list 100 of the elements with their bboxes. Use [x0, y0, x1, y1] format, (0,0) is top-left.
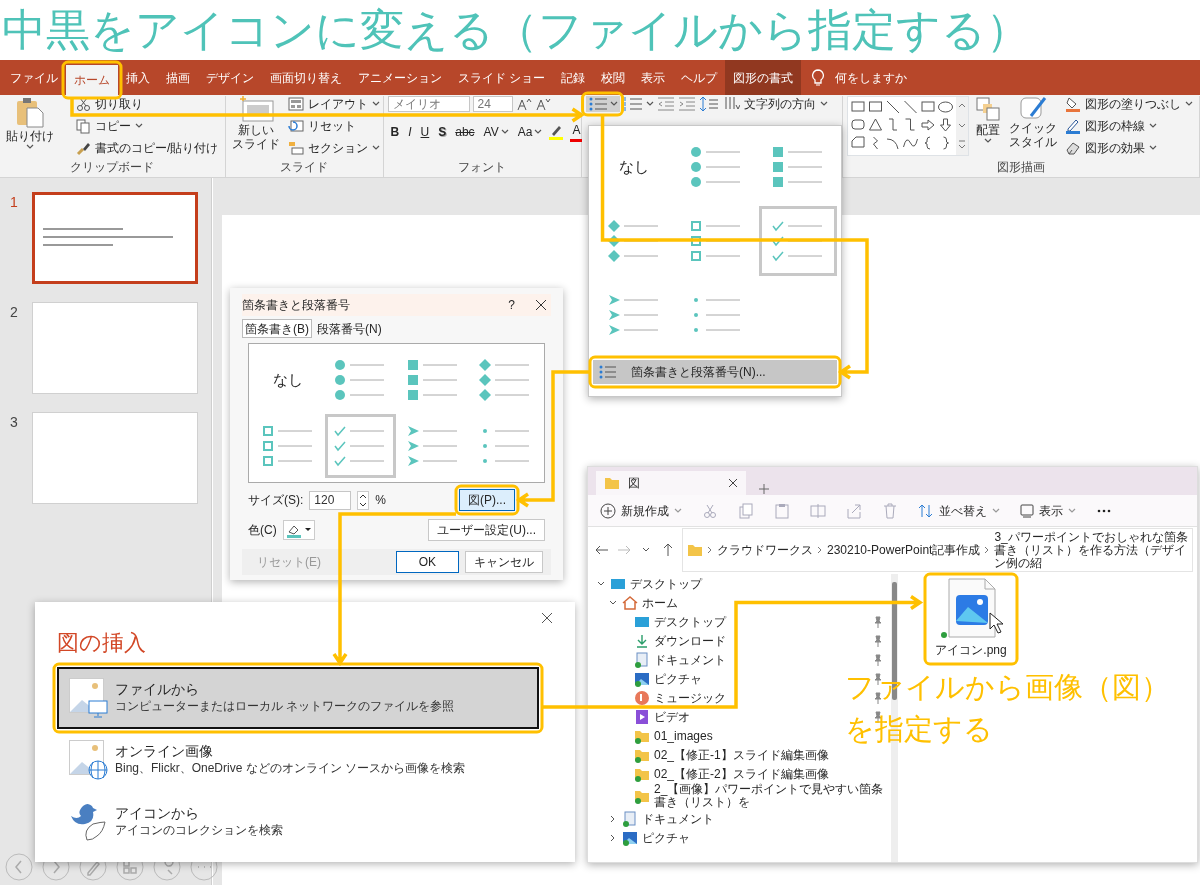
ribbon-tab[interactable]: 図形の書式 [725, 60, 802, 95]
bullet-style-option[interactable] [325, 414, 396, 478]
tree-item[interactable]: デスクトップ [654, 612, 726, 631]
arrange-button[interactable]: 配置 [973, 96, 1003, 145]
ribbon-tab[interactable]: 描画 [158, 60, 198, 95]
ribbon-button[interactable]: コピー [74, 118, 145, 134]
ok-button[interactable]: OK [395, 551, 459, 573]
font-style-button[interactable]: AV [480, 121, 512, 143]
font-style-button[interactable]: Aa [514, 121, 546, 143]
ribbon-tab[interactable]: 記録 [553, 60, 594, 95]
decrease-indent-icon[interactable] [656, 97, 675, 111]
sort-button[interactable]: 並べ替え [918, 501, 1000, 520]
highlight-pen-icon[interactable] [548, 124, 565, 140]
slide-thumbnail[interactable] [32, 192, 198, 284]
cut-icon[interactable] [702, 502, 718, 519]
close-icon[interactable] [728, 478, 738, 488]
new-tab-icon[interactable] [758, 483, 770, 495]
new-slide-button[interactable]: 新しい スライド [229, 96, 282, 152]
font-style-button[interactable]: S [435, 121, 450, 143]
ribbon-button[interactable]: 図形の効果 [1063, 140, 1159, 156]
font-size-field[interactable]: 24 [472, 96, 513, 112]
size-field[interactable]: 120 [309, 490, 352, 510]
file-item[interactable]: アイコン.png [928, 577, 1014, 661]
ribbon-button[interactable]: 図形の塗りつぶし [1063, 96, 1195, 112]
breadcrumb-item[interactable]: 3_パワーポイントでおしゃれな箇条書き（リスト）を作る方法（デザイン例の紹 [994, 530, 1188, 570]
ribbon-button[interactable]: セクション [285, 140, 382, 156]
ribbon-tab[interactable]: ファイル [2, 60, 66, 95]
font-name-field[interactable]: メイリオ [387, 96, 470, 112]
paste-icon[interactable] [774, 502, 790, 519]
bullets-button[interactable] [585, 96, 620, 112]
ribbon-button[interactable]: 文字列の方向 [721, 96, 830, 112]
color-picker-icon[interactable] [282, 520, 315, 540]
dialog-tab[interactable]: 段落番号(N) [314, 319, 385, 338]
ribbon-tab[interactable]: 画面切り替え [262, 60, 350, 95]
picture-globe-icon [69, 740, 109, 780]
share-icon[interactable] [846, 502, 862, 519]
previous-icon[interactable] [5, 853, 33, 881]
ribbon-tab[interactable]: ホーム [66, 65, 118, 95]
cancel-button[interactable]: キャンセル [465, 551, 543, 573]
tree-item[interactable]: ビデオ [654, 707, 690, 726]
tree-item[interactable]: デスクトップ [630, 574, 702, 593]
gallery-scroll-icon[interactable] [956, 97, 968, 155]
insert-option[interactable]: オンライン画像 Bing、Flickr、OneDrive などのオンライン ソースから画像を検索 [57, 729, 539, 791]
close-icon[interactable] [541, 612, 553, 624]
address-bar[interactable]: クラウドワークス 230210-PowerPoint記事作成 3_パワーポイントでおしゃれな箇条書き（リスト）を作る方法（デザイン例の紹 [682, 528, 1193, 572]
increase-indent-icon[interactable] [677, 97, 696, 111]
breadcrumb-item[interactable]: 230210-PowerPoint記事作成 [827, 543, 981, 557]
view-button[interactable]: 表示 [1020, 501, 1076, 520]
picture-button[interactable]: 図(P)... [459, 489, 515, 511]
delete-icon[interactable] [882, 502, 898, 519]
ribbon-button[interactable]: リセット [285, 118, 358, 134]
tree-item[interactable]: 2_【画像】パワーポイントで見やすい箇条書き（リスト）を [654, 783, 884, 809]
insert-option[interactable]: ファイルから コンピューターまたはローカル ネットワークのファイルを参照 [57, 667, 539, 729]
dialog-tab[interactable]: 箇条書き(B) [242, 319, 312, 338]
tree-item[interactable]: ピクチャ [654, 669, 702, 688]
ribbon-tab[interactable]: ヘルプ [673, 60, 726, 95]
tree-item[interactable]: 02_【修正-2】スライド編集画像 [654, 764, 829, 783]
tree-item[interactable]: ミュージック [654, 688, 726, 707]
spinner-icon[interactable] [357, 490, 370, 510]
ribbon-tab[interactable]: デザイン [198, 60, 262, 95]
quick-styles-button[interactable]: クイック スタイル [1007, 96, 1059, 150]
new-button[interactable]: 新規作成 [600, 501, 682, 520]
ribbon-button[interactable]: レイアウト [285, 96, 382, 112]
font-color-button[interactable]: A [567, 121, 586, 143]
custom-button[interactable]: ユーザー設定(U)... [428, 519, 545, 541]
tree-item[interactable]: ダウンロード [654, 631, 726, 650]
font-style-button[interactable]: abc [452, 121, 478, 143]
insert-option[interactable]: アイコンから アイコンのコレクションを検索 [57, 791, 539, 853]
rename-icon[interactable] [810, 502, 826, 519]
help-button[interactable]: ? [508, 296, 515, 314]
bullet-style-option[interactable] [759, 206, 837, 276]
tree-item[interactable]: ドキュメント [654, 650, 726, 669]
tree-item[interactable]: 02_【修正-1】スライド編集画像 [654, 745, 829, 764]
ribbon-button[interactable]: 図形の枠線 [1063, 118, 1159, 134]
font-style-button[interactable]: I [405, 121, 415, 143]
ribbon-tab[interactable]: 表示 [633, 60, 674, 95]
page-title: 中黒をアイコンに変える（ファイルから指定する） [2, 3, 1030, 56]
ribbon-tab[interactable]: 校閲 [593, 60, 634, 95]
tree-item[interactable]: 01_images [654, 726, 713, 745]
tree-item[interactable]: ピクチャ [642, 828, 690, 847]
copy-icon[interactable] [738, 502, 754, 519]
breadcrumb-item[interactable]: クラウドワークス [717, 543, 813, 557]
tree-item[interactable]: ドキュメント [642, 809, 714, 828]
menu-item[interactable]: 箇条書きと段落番号(N)... [593, 360, 837, 384]
ribbon-button[interactable]: 書式のコピー/貼り付け [74, 140, 221, 156]
tree-item[interactable]: ホーム [642, 593, 678, 612]
ribbon-tab[interactable]: スライド ショー [450, 60, 554, 95]
shrink-font-icon[interactable] [534, 97, 551, 111]
grow-font-icon[interactable] [515, 97, 532, 111]
ribbon-tab[interactable]: 挿入 [118, 60, 158, 95]
line-spacing-icon[interactable] [698, 96, 719, 112]
ribbon-tab[interactable]: アニメーション [350, 60, 450, 95]
font-style-button[interactable]: U [417, 121, 433, 143]
paste-button[interactable]: 貼り付け [4, 96, 56, 151]
close-icon[interactable] [535, 299, 547, 311]
numbering-icon[interactable] [622, 97, 643, 111]
search-field[interactable]: 何をしますか [833, 67, 944, 88]
browser-tab[interactable]: 図 [596, 471, 746, 495]
ribbon-button[interactable]: 切り取り [74, 96, 145, 112]
font-style-button[interactable]: B [387, 121, 403, 143]
